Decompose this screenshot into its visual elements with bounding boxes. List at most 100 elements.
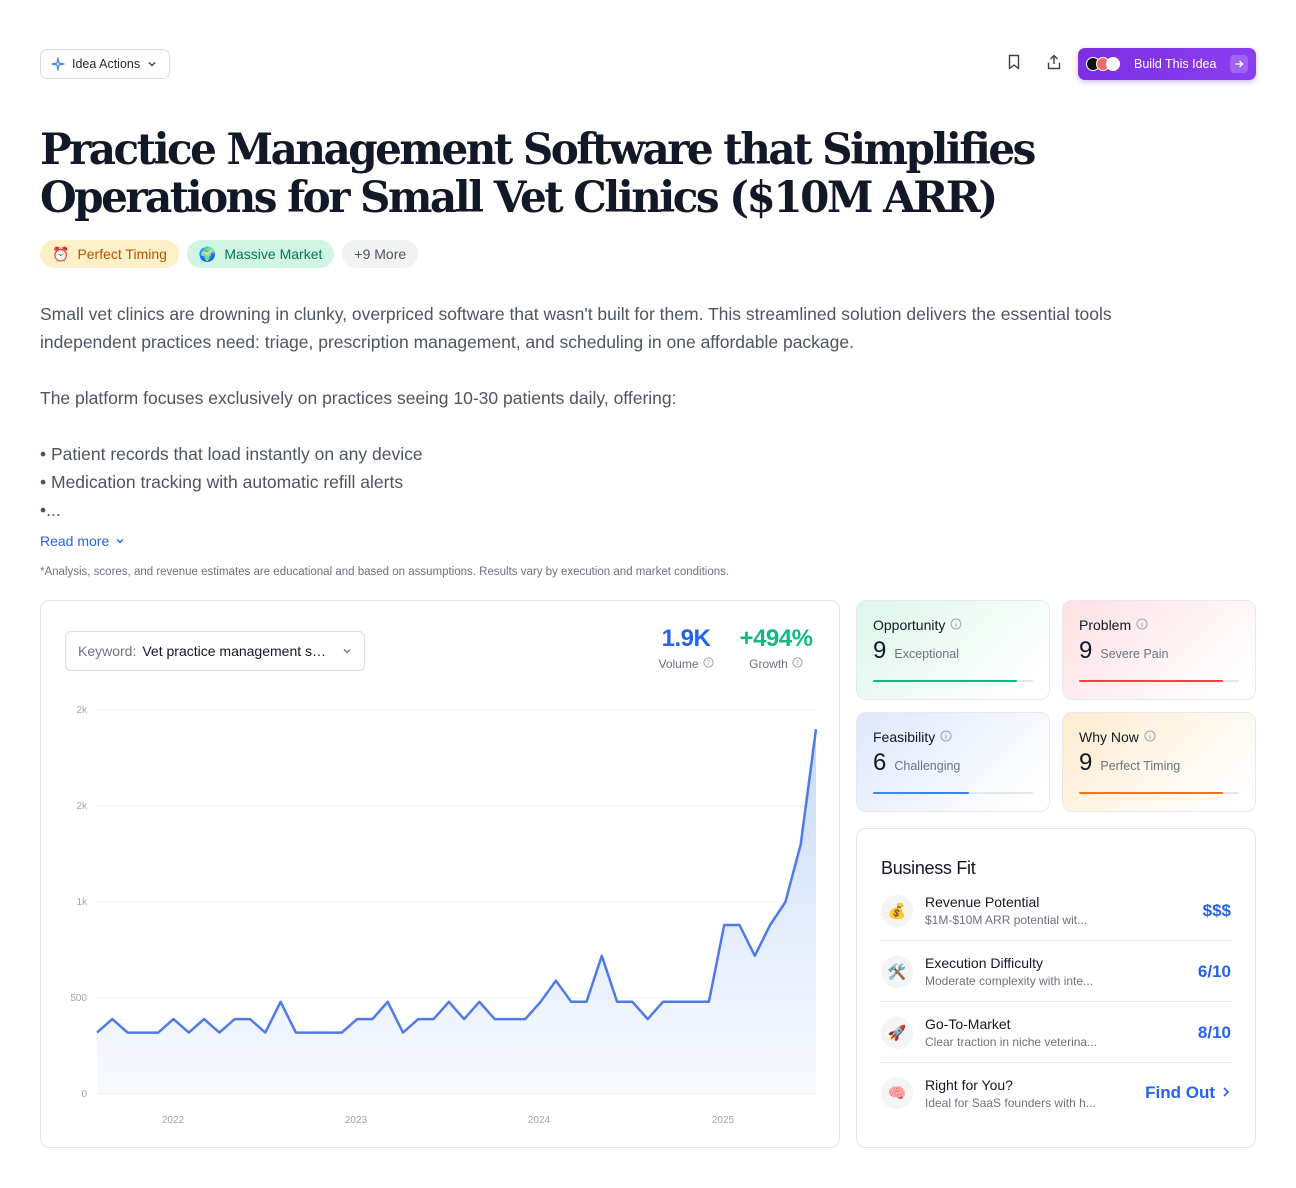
- score-card-why-now[interactable]: Why Now 9 Perfect Timing: [1062, 712, 1256, 812]
- score-subtitle: Severe Pain: [1100, 647, 1169, 661]
- info-icon[interactable]: [1136, 617, 1148, 633]
- svg-text:?: ?: [795, 659, 799, 667]
- score-title: Feasibility: [873, 729, 936, 745]
- fit-row-name: Execution Difficulty: [925, 955, 1044, 971]
- volume-value: 1.9K: [661, 625, 711, 652]
- score-title: Why Now: [1079, 729, 1139, 745]
- score-card-problem[interactable]: Problem 9 Severe Pain: [1062, 600, 1256, 700]
- globe-icon: 🌍: [198, 245, 217, 262]
- share-button[interactable]: [1034, 48, 1074, 80]
- find-out-link[interactable]: Find Out: [1145, 1083, 1231, 1103]
- fit-row-name: Go-To-Market: [925, 1016, 1011, 1032]
- score-bar: [873, 680, 1033, 682]
- fit-row-revenue-potential[interactable]: 💰 Revenue Potential $1M-$10M ARR potenti…: [881, 881, 1231, 941]
- trend-area: [97, 729, 816, 1094]
- build-label: Build This Idea: [1134, 57, 1217, 71]
- business-fit-title: Business Fit: [881, 858, 976, 878]
- help-icon[interactable]: ?: [702, 657, 714, 671]
- idea-description: Small vet clinics are drowning in clunky…: [40, 300, 1210, 524]
- help-icon[interactable]: ?: [792, 657, 803, 671]
- keyword-label: Keyword:: [78, 643, 137, 659]
- description-bullet: • Medication tracking with automatic ref…: [40, 472, 404, 492]
- bookmark-button[interactable]: [994, 48, 1034, 80]
- tag-massive-market[interactable]: 🌍 Massive Market: [186, 240, 335, 268]
- growth-stat: +494% Growth ?: [731, 625, 821, 671]
- idea-actions-button[interactable]: Idea Actions: [40, 49, 171, 79]
- x-tick-label: 2022: [162, 1115, 185, 1126]
- description-paragraph: Small vet clinics are drowning in clunky…: [40, 304, 1112, 352]
- read-more-label: Read more: [40, 533, 110, 549]
- trend-chart-card: Keyword: Vet practice management softwar…: [40, 600, 840, 1148]
- tag-list: ⏰ Perfect Timing 🌍 Massive Market +9 Mor…: [40, 240, 419, 268]
- keyword-select[interactable]: Keyword: Vet practice management softwar…: [65, 631, 365, 671]
- disclaimer: *Analysis, scores, and revenue estimates…: [40, 566, 730, 578]
- tag-label: Massive Market: [224, 246, 323, 262]
- score-card-opportunity[interactable]: Opportunity 9 Exceptional: [856, 600, 1050, 700]
- score-title: Opportunity: [873, 617, 946, 633]
- y-tick-label: 2k: [76, 801, 88, 812]
- brain-icon: 🧠: [881, 1077, 913, 1109]
- score-subtitle: Exceptional: [894, 647, 959, 661]
- keyword-value: Vet practice management software: [142, 643, 332, 659]
- score-bar: [873, 792, 1033, 794]
- description-paragraph: The platform focuses exclusively on prac…: [40, 388, 677, 408]
- x-tick-label: 2024: [528, 1115, 551, 1126]
- trend-line: [96, 729, 818, 1034]
- score-subtitle: Perfect Timing: [1100, 759, 1181, 773]
- fit-row-description: Clear traction in niche veterina...: [925, 1035, 1098, 1049]
- fit-row-value: 8/10: [1197, 1022, 1231, 1042]
- trend-chart: 0 500 1k 2k 2k 2022 2023 2024 2025: [70, 705, 818, 1126]
- top-bar: Idea Actions Build This Idea: [40, 48, 1256, 80]
- fit-row-value: $$$: [1202, 900, 1231, 920]
- fit-row-right-for-you[interactable]: 🧠 Right for You? Ideal for SaaS founders…: [881, 1063, 1231, 1123]
- read-more-link[interactable]: Read more: [40, 533, 125, 549]
- rocket-icon: 🚀: [881, 1016, 913, 1049]
- svg-text:?: ?: [706, 659, 710, 667]
- x-tick-label: 2025: [712, 1115, 735, 1126]
- share-icon: [1046, 54, 1062, 75]
- description-bullet: • Patient records that load instantly on…: [40, 444, 423, 464]
- score-bar-fill: [873, 680, 1017, 682]
- growth-label: Growth: [749, 657, 788, 671]
- score-value: 9: [1079, 637, 1093, 664]
- arrow-right-icon: [1230, 55, 1248, 73]
- fit-row-go-to-market[interactable]: 🚀 Go-To-Market Clear traction in niche v…: [881, 1003, 1231, 1063]
- x-tick-label: 2023: [345, 1115, 368, 1126]
- business-fit-card: Business Fit 💰 Revenue Potential $1M-$10…: [856, 828, 1256, 1148]
- y-tick-label: 500: [70, 993, 87, 1004]
- find-out-label: Find Out: [1145, 1083, 1215, 1102]
- build-this-idea-button[interactable]: Build This Idea: [1078, 48, 1256, 80]
- score-value: 9: [1079, 749, 1093, 776]
- chevron-right-icon: [1221, 1083, 1231, 1103]
- tag-label: Perfect Timing: [77, 246, 167, 262]
- idea-actions-label: Idea Actions: [72, 57, 141, 71]
- fit-row-description: Ideal for SaaS founders with h...: [925, 1095, 1096, 1110]
- info-icon[interactable]: [940, 729, 952, 745]
- score-bar-fill: [1079, 792, 1223, 794]
- chevron-down-icon: [147, 59, 157, 69]
- tool-avatars: [1086, 57, 1120, 71]
- score-subtitle: Challenging: [894, 759, 961, 773]
- score-title: Problem: [1079, 617, 1132, 633]
- fit-row-description: $1M-$10M ARR potential wit...: [925, 913, 1088, 927]
- chevron-down-icon: [115, 533, 125, 549]
- info-icon[interactable]: [1144, 729, 1156, 745]
- bookmark-icon: [1007, 54, 1021, 75]
- tag-perfect-timing[interactable]: ⏰ Perfect Timing: [40, 240, 179, 268]
- fit-row-execution-difficulty[interactable]: 🛠️ Execution Difficulty Moderate complex…: [881, 942, 1231, 1002]
- score-value: 6: [873, 749, 887, 776]
- alarm-clock-icon: ⏰: [52, 245, 70, 262]
- info-icon[interactable]: [950, 617, 962, 633]
- fit-row-description: Moderate complexity with inte...: [925, 974, 1094, 988]
- tools-icon: 🛠️: [881, 955, 913, 988]
- y-tick-label: 1k: [76, 897, 88, 908]
- y-tick-label: 2k: [76, 705, 88, 716]
- page-title: Practice Management Software that Simpli…: [40, 125, 1036, 223]
- tool-logo-icon: [1106, 57, 1120, 71]
- fit-row-value: 6/10: [1197, 961, 1231, 981]
- tag-more[interactable]: +9 More: [342, 240, 419, 268]
- volume-label: Volume: [658, 657, 699, 671]
- sparkle-icon: [51, 57, 65, 71]
- growth-value: +494%: [739, 625, 813, 652]
- score-card-feasibility[interactable]: Feasibility 6 Challenging: [856, 712, 1050, 812]
